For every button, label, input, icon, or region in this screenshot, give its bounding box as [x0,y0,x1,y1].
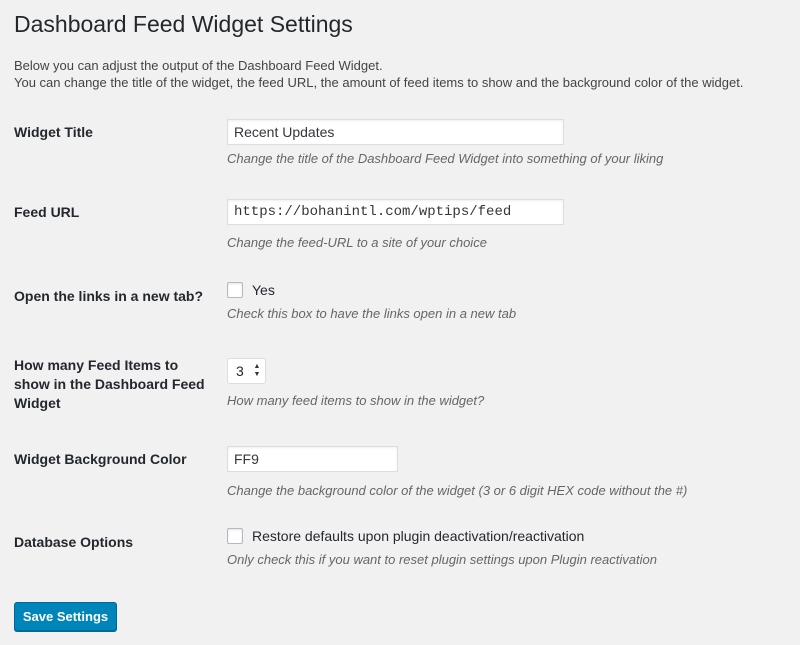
open-new-tab-checkbox[interactable] [227,282,243,298]
intro-text: Below you can adjust the output of the D… [14,57,743,91]
widget-title-description: Change the title of the Dashboard Feed W… [227,151,664,166]
feed-items-label: How many Feed Items to show in the Dashb… [14,357,205,411]
restore-defaults-checkbox-label[interactable]: Restore defaults upon plugin deactivatio… [252,528,584,544]
feed-items-select[interactable]: 3 ▲ ▼ [227,358,266,384]
feed-url-input[interactable]: https://bohanintl.com/wptips/feed [227,199,564,225]
restore-defaults-checkbox[interactable] [227,528,243,544]
feed-items-description: How many feed items to show in the widge… [227,393,485,408]
background-color-input[interactable]: FF9 [227,446,398,472]
settings-page: Dashboard Feed Widget Settings Below you… [0,0,800,645]
open-new-tab-description: Check this box to have the links open in… [227,306,517,321]
feed-items-selected-value: 3 [236,363,244,379]
page-title: Dashboard Feed Widget Settings [14,11,353,37]
widget-title-input[interactable]: Recent Updates [227,119,564,145]
intro-line-1: Below you can adjust the output of the D… [14,58,383,73]
open-new-tab-option[interactable]: Yes [227,282,275,298]
intro-line-2: You can change the title of the widget, … [14,75,744,90]
database-options-label: Database Options [14,534,134,550]
save-settings-button[interactable]: Save Settings [14,602,117,631]
widget-title-label: Widget Title [14,124,93,140]
open-new-tab-label: Open the links in a new tab? [14,288,204,304]
feed-url-description: Change the feed-URL to a site of your ch… [227,235,487,250]
background-color-description: Change the background color of the widge… [227,483,688,498]
background-color-label: Widget Background Color [14,451,187,467]
feed-url-label: Feed URL [14,204,80,220]
database-options-option[interactable]: Restore defaults upon plugin deactivatio… [227,528,584,544]
database-options-description: Only check this if you want to reset plu… [227,552,657,567]
select-arrows-icon: ▲ ▼ [253,363,261,378]
open-new-tab-checkbox-label[interactable]: Yes [252,282,275,298]
